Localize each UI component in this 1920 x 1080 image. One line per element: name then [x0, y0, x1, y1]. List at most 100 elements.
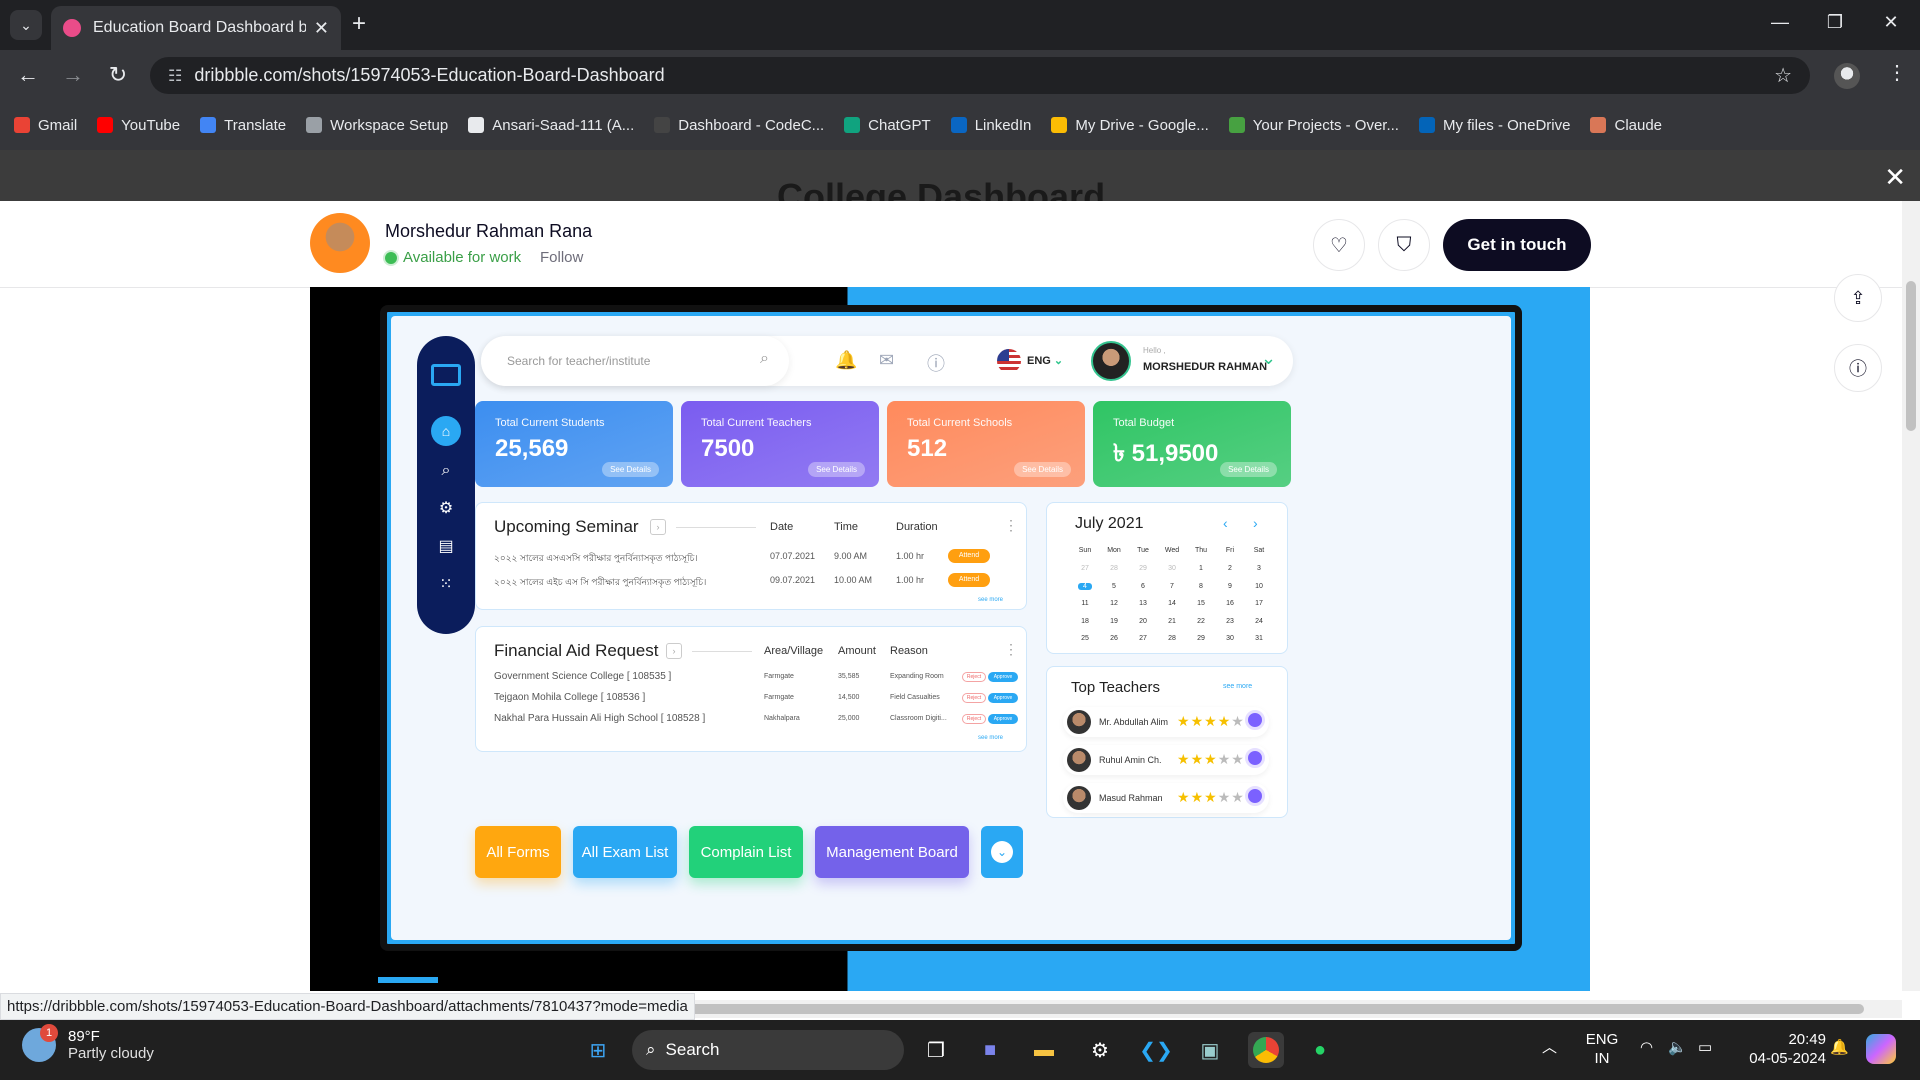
calendar-day[interactable]: 7: [1158, 583, 1186, 590]
document-icon[interactable]: ▤: [431, 536, 461, 556]
tab-search-button[interactable]: ⌄: [10, 10, 42, 40]
quick-button[interactable]: All Exam List: [573, 826, 677, 878]
calendar-day[interactable]: 29: [1129, 565, 1157, 572]
attend-button[interactable]: Attend: [948, 549, 990, 563]
see-details-button[interactable]: See Details: [1220, 462, 1277, 477]
see-details-button[interactable]: See Details: [602, 462, 659, 477]
calendar-day[interactable]: 11: [1071, 600, 1099, 607]
vscode-icon[interactable]: ❮❯: [1138, 1032, 1174, 1068]
seminar-more-icon[interactable]: ⋮: [1004, 517, 1018, 534]
notification-bell-tray-icon[interactable]: 🔔: [1830, 1038, 1849, 1057]
show-hidden-icons-icon[interactable]: ︿: [1542, 1038, 1557, 1057]
reload-icon[interactable]: ↻: [103, 62, 133, 88]
menu-icon[interactable]: ⋮: [1887, 60, 1907, 85]
calendar-day[interactable]: 15: [1187, 600, 1215, 607]
home-icon[interactable]: ⌂: [431, 416, 461, 446]
quick-button[interactable]: All Forms: [475, 826, 561, 878]
restore-icon[interactable]: ❐: [1815, 12, 1855, 33]
address-bar[interactable]: ☷ dribbble.com/shots/15974053-Education-…: [150, 57, 1810, 94]
calendar-day[interactable]: 27: [1071, 565, 1099, 572]
calendar-day[interactable]: 24: [1245, 618, 1273, 625]
see-details-button[interactable]: See Details: [1014, 462, 1071, 477]
back-icon[interactable]: ←: [13, 62, 43, 88]
battery-icon[interactable]: ▭: [1698, 1038, 1712, 1057]
calendar-day[interactable]: 28: [1100, 565, 1128, 572]
save-button[interactable]: ⛉: [1378, 219, 1430, 271]
calendar-day[interactable]: 30: [1158, 565, 1186, 572]
task-view-icon[interactable]: ❐: [918, 1032, 954, 1068]
calendar-day[interactable]: 6: [1129, 583, 1157, 590]
attend-button[interactable]: Attend: [948, 573, 990, 587]
search-input[interactable]: Search for teacher/institute ⌕: [481, 336, 789, 386]
teacher-row[interactable]: Ruhul Amin Ch. ★★★★★: [1063, 745, 1269, 775]
minimize-icon[interactable]: —: [1760, 12, 1800, 33]
calendar-day[interactable]: 20: [1129, 618, 1157, 625]
calendar-day[interactable]: 3: [1245, 565, 1273, 572]
quick-button[interactable]: Complain List: [689, 826, 803, 878]
calendar-day[interactable]: 10: [1245, 583, 1273, 590]
teacher-row[interactable]: Masud Rahman ★★★★★: [1063, 783, 1269, 813]
new-tab-button[interactable]: +: [352, 10, 366, 38]
vertical-scroll-thumb[interactable]: [1906, 281, 1916, 431]
message-teacher-button[interactable]: [1245, 748, 1265, 768]
clock[interactable]: 20:49 04-05-2024: [1736, 1030, 1826, 1068]
calendar-day[interactable]: 1: [1187, 565, 1215, 572]
calendar-day[interactable]: 29: [1187, 635, 1215, 642]
close-window-icon[interactable]: ✕: [1871, 12, 1911, 33]
language-indicator[interactable]: ENG IN: [1582, 1030, 1622, 1068]
calendar-day[interactable]: 26: [1100, 635, 1128, 642]
vertical-scrollbar[interactable]: [1902, 201, 1920, 991]
stat-card[interactable]: Total Current Teachers 7500 See Details: [681, 401, 879, 487]
calendar-day[interactable]: 30: [1216, 635, 1244, 642]
calendar-day[interactable]: 9: [1216, 583, 1244, 590]
prev-month-icon[interactable]: ‹: [1223, 515, 1228, 531]
calendar-day[interactable]: 28: [1158, 635, 1186, 642]
bookmark-item[interactable]: Translate: [200, 117, 286, 134]
see-details-button[interactable]: See Details: [808, 462, 865, 477]
bookmark-star-icon[interactable]: ☆: [1774, 63, 1792, 88]
aid-expand-icon[interactable]: ›: [666, 643, 682, 659]
message-teacher-button[interactable]: [1245, 710, 1265, 730]
url-text[interactable]: dribbble.com/shots/15974053-Education-Bo…: [194, 65, 664, 86]
teachers-see-more-link[interactable]: see more: [1223, 683, 1252, 690]
teacher-row[interactable]: Mr. Abdullah Alim ★★★★★: [1063, 707, 1269, 737]
message-teacher-button[interactable]: [1245, 786, 1265, 806]
calendar-day[interactable]: 5: [1100, 583, 1128, 590]
reject-button[interactable]: Reject: [962, 693, 986, 703]
bookmark-item[interactable]: Claude: [1590, 117, 1662, 134]
bookmark-item[interactable]: My Drive - Google...: [1051, 117, 1209, 134]
calendar-day[interactable]: 31: [1245, 635, 1273, 642]
bookmark-item[interactable]: Workspace Setup: [306, 117, 448, 134]
seminar-see-more-link[interactable]: see more: [978, 597, 1003, 603]
settings-app-icon[interactable]: ⚙: [1082, 1032, 1118, 1068]
designer-avatar[interactable]: [310, 213, 370, 273]
profile-avatar[interactable]: [1834, 63, 1860, 89]
calendar-day[interactable]: 25: [1071, 635, 1099, 642]
chevron-down-icon[interactable]: ⌄: [1261, 348, 1276, 369]
language-selector[interactable]: ENG ⌄: [1027, 354, 1063, 367]
info-circle-icon[interactable]: ⓘ: [927, 350, 945, 376]
search-icon[interactable]: ⌕: [431, 462, 461, 480]
settings-icon[interactable]: ⚙: [431, 498, 461, 518]
site-info-icon[interactable]: ☷: [168, 66, 182, 86]
like-button[interactable]: ♡: [1313, 219, 1365, 271]
calendar-day[interactable]: 21: [1158, 618, 1186, 625]
bookmark-item[interactable]: Dashboard - CodeC...: [654, 117, 824, 134]
wifi-icon[interactable]: ◠: [1640, 1038, 1653, 1057]
whatsapp-icon[interactable]: ●: [1302, 1032, 1338, 1068]
share-button[interactable]: ⇪: [1834, 274, 1882, 322]
close-tab-icon[interactable]: ✕: [314, 18, 329, 39]
windows-start-icon[interactable]: ⊞: [580, 1032, 616, 1068]
stat-card[interactable]: Total Budget ৳ 51,9500 See Details: [1093, 401, 1291, 487]
reject-button[interactable]: Reject: [962, 672, 986, 682]
expand-more-button[interactable]: ⌄: [981, 826, 1023, 878]
bookmark-item[interactable]: Gmail: [14, 117, 77, 134]
calendar-day[interactable]: 22: [1187, 618, 1215, 625]
notification-bell-icon[interactable]: 🔔: [835, 350, 857, 371]
follow-button[interactable]: Follow: [540, 249, 583, 266]
calendar-day[interactable]: 4: [1078, 582, 1092, 590]
forward-icon[interactable]: →: [58, 62, 88, 88]
get-in-touch-button[interactable]: Get in touch: [1443, 219, 1591, 271]
quick-button[interactable]: Management Board: [815, 826, 969, 878]
reject-button[interactable]: Reject: [962, 714, 986, 724]
